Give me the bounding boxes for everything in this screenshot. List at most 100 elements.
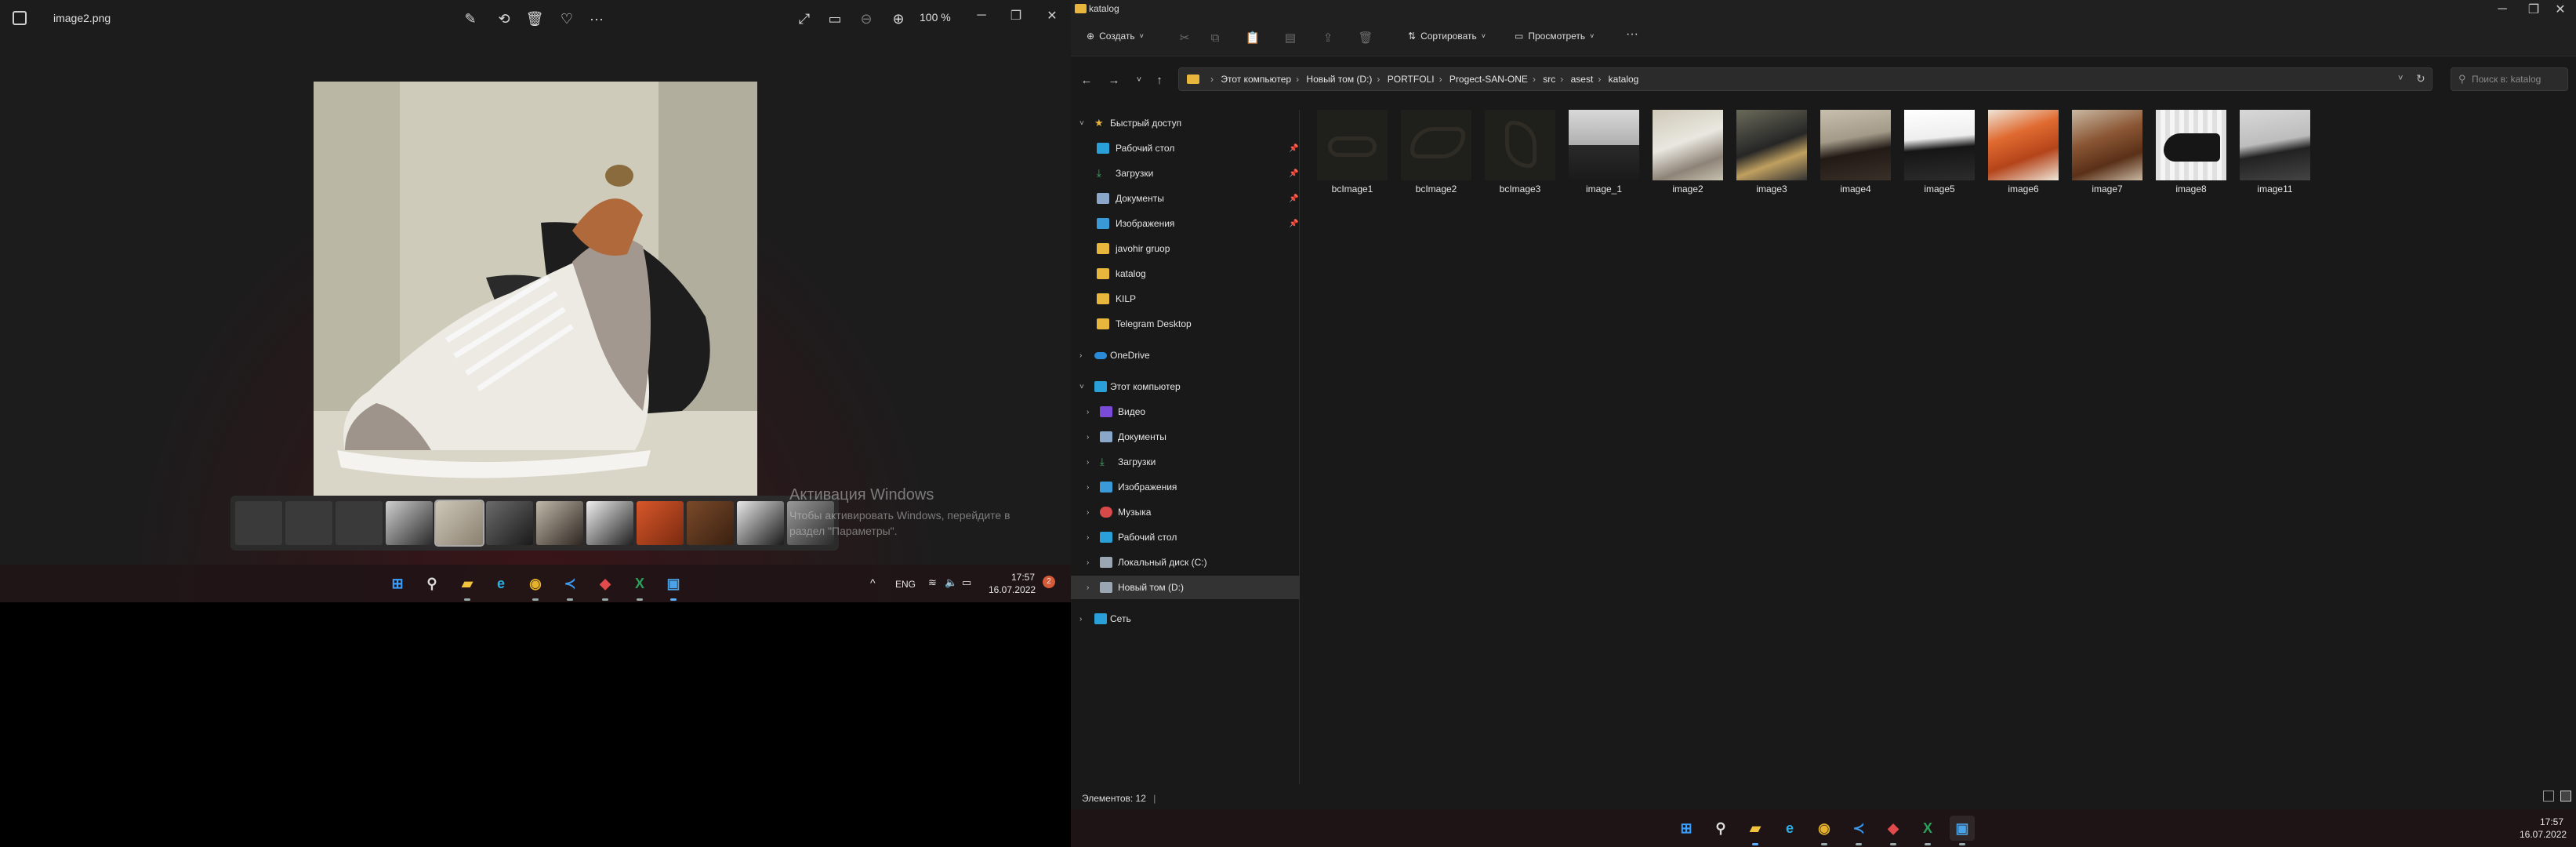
nav-this-pc[interactable]: ˅ Этот компьютер <box>1071 375 1300 398</box>
file-item[interactable]: image7 <box>2068 110 2146 194</box>
film-thumb-image8[interactable] <box>737 501 784 545</box>
film-thumb-image2[interactable] <box>434 500 484 547</box>
chrome-icon[interactable]: ◉ <box>523 571 548 601</box>
copy-icon[interactable]: ⧉ <box>1207 30 1223 45</box>
close-icon[interactable]: ✕ <box>1036 5 1068 27</box>
more-options-icon[interactable]: ··· <box>586 8 608 30</box>
breadcrumb-item[interactable]: Этот компьютер <box>1221 74 1291 85</box>
file-item[interactable]: image_1 <box>1565 110 1643 194</box>
nav-pc-videos[interactable]: › Видео <box>1071 400 1300 424</box>
clock-date[interactable]: 16.07.2022 <box>989 584 1036 595</box>
file-item[interactable]: image6 <box>1984 110 2063 194</box>
more-options-icon[interactable]: ··· <box>1626 27 1638 42</box>
pin-icon[interactable]: 📌 <box>1289 220 1298 228</box>
zoom-in-icon[interactable]: ⊕ <box>887 8 909 30</box>
nav-item-kilp[interactable]: KILP <box>1071 287 1300 311</box>
file-item[interactable]: bcImage2 <box>1397 110 1475 194</box>
nav-item-downloads[interactable]: ⤓ Загрузки 📌 <box>1071 162 1300 185</box>
recent-chevron-icon[interactable]: ˅ <box>1130 71 1148 89</box>
film-thumb-bcImage3[interactable] <box>336 501 383 545</box>
pin-icon[interactable]: 📌 <box>1289 144 1298 153</box>
app-icon[interactable]: ◆ <box>593 571 618 601</box>
large-icons-view-icon[interactable] <box>2560 791 2572 802</box>
nav-pc-drive-d[interactable]: › Новый том (D:) <box>1071 576 1300 599</box>
nav-pc-documents[interactable]: › Документы <box>1071 425 1300 449</box>
file-item[interactable]: bcImage3 <box>1481 110 1559 194</box>
excel-icon[interactable]: X <box>1915 816 1940 845</box>
sort-button[interactable]: ⇅ Сортировать ˅ <box>1408 31 1486 42</box>
breadcrumb-item[interactable]: src <box>1543 74 1555 85</box>
language-indicator[interactable]: ENG <box>895 579 916 590</box>
film-thumb-bcImage1[interactable] <box>235 501 282 545</box>
file-item[interactable]: image3 <box>1732 110 1811 194</box>
zoom-out-icon[interactable]: ⊖ <box>855 8 877 30</box>
file-item[interactable]: bcImage1 <box>1313 110 1391 194</box>
nav-pc-pictures[interactable]: › Изображения <box>1071 475 1300 499</box>
file-item[interactable]: image4 <box>1816 110 1895 194</box>
search-icon[interactable]: ⚲ <box>419 571 444 596</box>
nav-item-desktop[interactable]: Рабочий стол 📌 <box>1071 136 1300 160</box>
edit-image-icon[interactable]: ✎ <box>459 8 481 30</box>
maximize-icon[interactable]: ❐ <box>1000 5 1032 27</box>
favorite-icon[interactable]: ♡ <box>556 8 578 30</box>
photos-app-icon-taskbar[interactable]: ▣ <box>661 571 686 601</box>
zoom-level[interactable]: 100 % <box>920 11 951 24</box>
file-explorer-icon[interactable]: ▰ <box>1743 816 1768 845</box>
pin-icon[interactable]: 📌 <box>1289 194 1298 203</box>
breadcrumb-item[interactable]: Новый том (D:) <box>1306 74 1372 85</box>
photos-app-icon-taskbar[interactable]: ▣ <box>1950 816 1975 845</box>
nav-pc-drive-c[interactable]: › Локальный диск (C:) <box>1071 551 1300 574</box>
wifi-icon[interactable]: ≋ <box>928 576 937 589</box>
film-thumb-bcImage2[interactable] <box>285 501 332 545</box>
nav-onedrive[interactable]: › OneDrive <box>1071 344 1300 367</box>
file-item[interactable]: image5 <box>1900 110 1979 194</box>
breadcrumb-item[interactable]: asest <box>1571 74 1594 85</box>
clock-date[interactable]: 16.07.2022 <box>2520 829 2567 840</box>
nav-item-documents[interactable]: Документы 📌 <box>1071 187 1300 210</box>
details-view-icon[interactable] <box>2543 791 2554 802</box>
edge-icon[interactable]: e <box>1777 816 1802 841</box>
share-icon[interactable]: ⇪ <box>1320 30 1336 45</box>
battery-icon[interactable]: ▭ <box>962 576 971 589</box>
breadcrumb-item[interactable]: PORTFOLI <box>1388 74 1435 85</box>
create-button[interactable]: ⊕ Создать ˅ <box>1087 31 1144 42</box>
volume-icon[interactable]: 🔈 <box>945 576 957 589</box>
back-icon[interactable]: ← <box>1077 71 1096 89</box>
nav-item-javohir-gruop[interactable]: javohir gruop <box>1071 237 1300 260</box>
close-icon[interactable]: ✕ <box>2545 0 2576 19</box>
minimize-icon[interactable]: ─ <box>2487 0 2518 19</box>
nav-network[interactable]: › Сеть <box>1071 607 1300 631</box>
file-item[interactable]: image2 <box>1649 110 1727 194</box>
view-button[interactable]: ▭ Просмотреть ˅ <box>1515 31 1594 42</box>
chrome-icon[interactable]: ◉ <box>1812 816 1837 845</box>
excel-icon[interactable]: X <box>627 571 652 601</box>
delete-icon[interactable]: 🗑 <box>1358 30 1373 45</box>
nav-pc-downloads[interactable]: › ⤓ Загрузки <box>1071 450 1300 474</box>
film-thumb-image_1[interactable] <box>386 501 433 545</box>
notification-badge[interactable]: 2 <box>1043 576 1055 588</box>
vscode-icon[interactable]: ≺ <box>1846 816 1871 845</box>
film-thumb-image7[interactable] <box>687 501 734 545</box>
paste-icon[interactable]: 📋 <box>1245 30 1261 45</box>
pin-icon[interactable]: 📌 <box>1289 169 1298 178</box>
start-icon[interactable]: ⊞ <box>385 571 410 596</box>
address-bar[interactable]: › Этот компьютер › Новый том (D:) › PORTFO… <box>1178 67 2433 91</box>
clock-time[interactable]: 17:57 <box>1011 572 1035 583</box>
chevron-up-icon[interactable]: ^ <box>870 576 876 589</box>
chevron-down-icon[interactable]: ˅ <box>2398 74 2403 83</box>
nav-item-pictures[interactable]: Изображения 📌 <box>1071 212 1300 235</box>
edge-icon[interactable]: e <box>488 571 513 596</box>
nav-item-telegram-desktop[interactable]: Telegram Desktop <box>1071 312 1300 336</box>
file-item[interactable]: image11 <box>2236 110 2314 194</box>
file-explorer-icon[interactable]: ▰ <box>455 571 480 601</box>
film-thumb-image3[interactable] <box>486 501 533 545</box>
nav-pc-desktop[interactable]: › Рабочий стол <box>1071 525 1300 549</box>
clock-time[interactable]: 17:57 <box>2540 816 2563 827</box>
rename-icon[interactable]: ▤ <box>1283 30 1298 45</box>
delete-icon[interactable]: 🗑 <box>524 8 546 30</box>
nav-item-katalog[interactable]: katalog <box>1071 262 1300 285</box>
breadcrumb-item[interactable]: Progect-SAN-ONE <box>1449 74 1528 85</box>
search-input[interactable]: Поиск в: katalog <box>2451 67 2568 91</box>
fullscreen-icon[interactable]: ⤢ <box>793 8 815 30</box>
up-icon[interactable]: ↑ <box>1150 71 1169 89</box>
